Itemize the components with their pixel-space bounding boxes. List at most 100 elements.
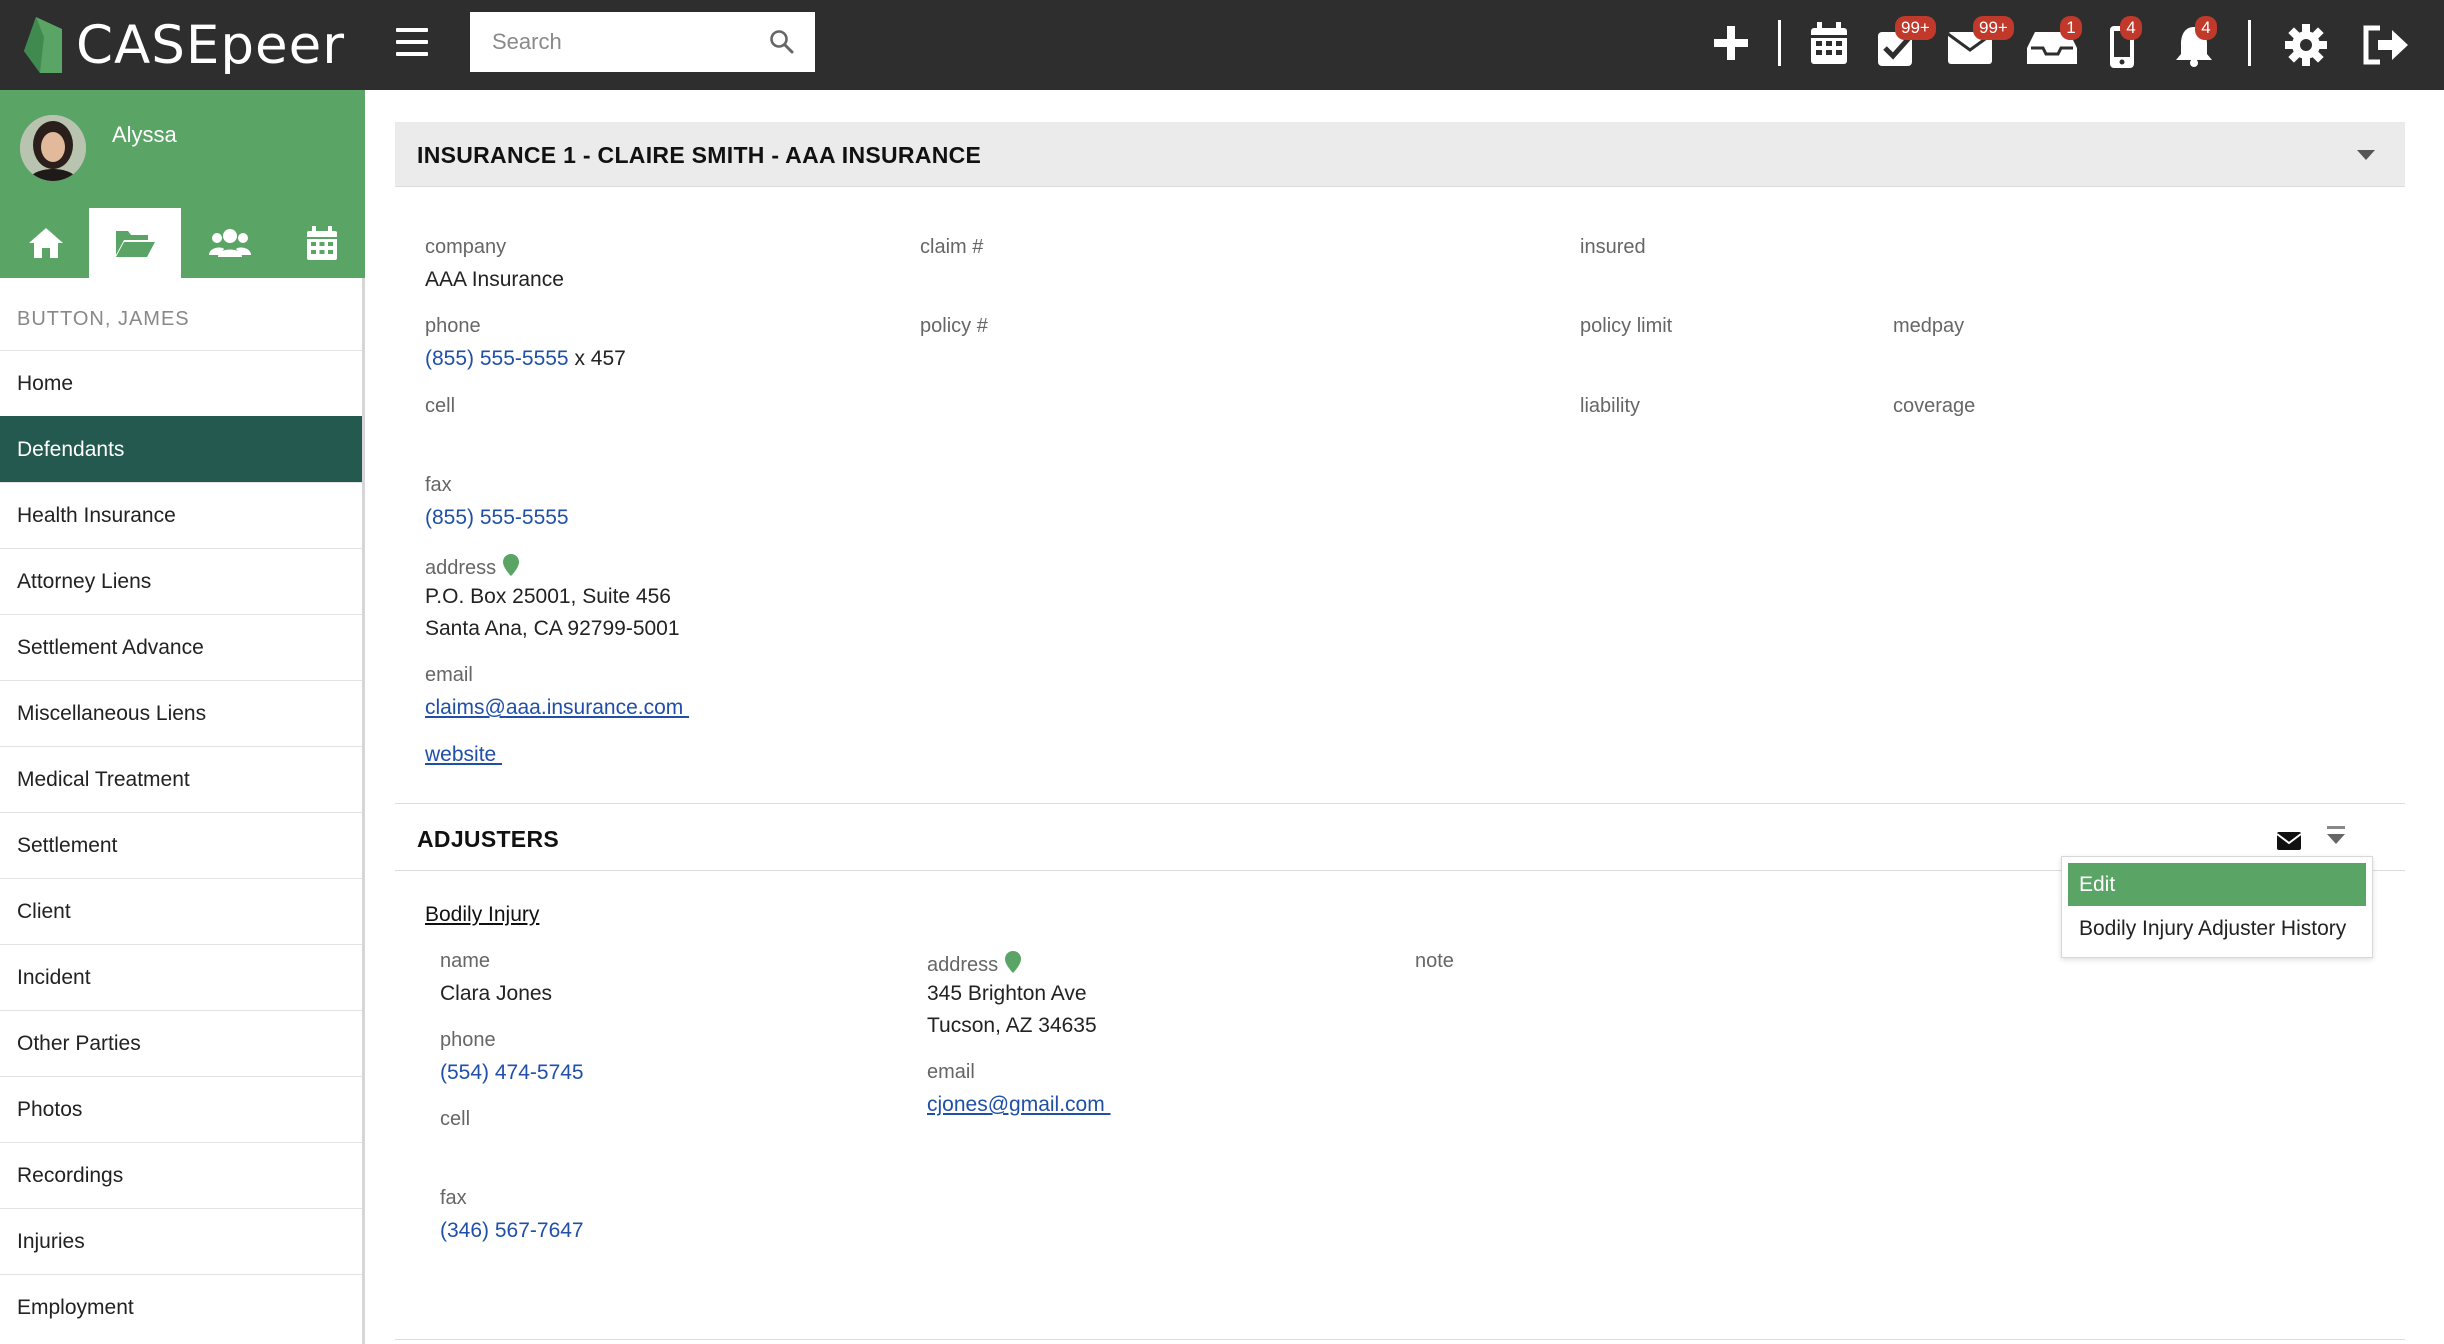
cases-tab[interactable] bbox=[89, 208, 181, 278]
email-label: email bbox=[425, 664, 473, 686]
insurance-panel-title: INSURANCE 1 - CLAIRE SMITH - AAA INSURAN… bbox=[417, 142, 982, 168]
map-pin-icon[interactable] bbox=[1004, 950, 1022, 974]
main-content: INSURANCE 1 - CLAIRE SMITH - AAA INSURAN… bbox=[365, 90, 2444, 1344]
adjuster-address-line1: 345 Brighton Ave bbox=[927, 982, 1087, 1005]
home-tab[interactable] bbox=[0, 208, 92, 278]
search-icon[interactable] bbox=[769, 29, 795, 55]
adjuster-note-label: note bbox=[1415, 950, 1454, 972]
gear-icon[interactable] bbox=[2283, 22, 2329, 68]
folder-open-icon bbox=[116, 231, 155, 257]
adjuster-name-label: name bbox=[440, 950, 491, 972]
plus-icon[interactable] bbox=[1712, 24, 1750, 62]
inbox-badge: 1 bbox=[2060, 16, 2082, 40]
adjuster-address-line2: Tucson, AZ 34635 bbox=[927, 1014, 1097, 1037]
adjuster-actions-menu: Edit Bodily Injury Adjuster History bbox=[2061, 856, 2373, 958]
company-value: AAA Insurance bbox=[425, 268, 564, 291]
user-name[interactable]: Alyssa bbox=[112, 122, 177, 148]
liability-label: liability bbox=[1580, 395, 1641, 417]
adjuster-address-label-row: address bbox=[927, 950, 1022, 977]
adjuster-email-link[interactable]: cjones@gmail.com bbox=[927, 1093, 1111, 1117]
menu-item-edit[interactable]: Edit bbox=[2068, 863, 2366, 906]
phone-link[interactable]: (855) 555-5555 bbox=[425, 347, 569, 370]
bodily-injury-link[interactable]: Bodily Injury bbox=[425, 903, 539, 927]
policy-label: policy # bbox=[920, 315, 988, 337]
adjuster-name-value: Clara Jones bbox=[440, 982, 553, 1005]
chevron-down-icon[interactable] bbox=[2327, 834, 2345, 844]
chevron-down-icon[interactable] bbox=[2357, 150, 2375, 160]
sidebar-item-injuries[interactable]: Injuries bbox=[0, 1208, 362, 1274]
address-label: address bbox=[425, 557, 497, 579]
casepeer-logo[interactable]: CASEpeer bbox=[22, 6, 345, 84]
sidebar-item-defendants[interactable]: Defendants bbox=[0, 416, 362, 482]
search-box bbox=[470, 12, 815, 72]
adjusters-title: ADJUSTERS bbox=[417, 826, 560, 852]
phone-extension: x 457 bbox=[568, 347, 626, 370]
sidebar-nav-list: Home Defendants Health Insurance Attorne… bbox=[0, 350, 362, 1340]
address-label-row: address bbox=[425, 553, 520, 580]
adjuster-fax-label: fax bbox=[440, 1187, 467, 1209]
sidebar-item-settlement-advance[interactable]: Settlement Advance bbox=[0, 614, 362, 680]
adjuster-email-label: email bbox=[927, 1061, 975, 1083]
cell-label: cell bbox=[425, 395, 456, 417]
phone-value: (855) 555-5555 x 457 bbox=[425, 347, 626, 371]
sidebar-item-employment[interactable]: Employment bbox=[0, 1274, 362, 1340]
fax-label: fax bbox=[425, 474, 452, 496]
hamburger-menu-icon[interactable] bbox=[396, 28, 428, 58]
sidebar-item-recordings[interactable]: Recordings bbox=[0, 1142, 362, 1208]
avatar[interactable] bbox=[20, 115, 86, 181]
calendar-icon[interactable] bbox=[1809, 20, 1849, 66]
section-divider bbox=[395, 1339, 2405, 1340]
adjuster-fax-link[interactable]: (346) 567-7647 bbox=[440, 1219, 584, 1243]
insurance-panel-header[interactable]: INSURANCE 1 - CLAIRE SMITH - AAA INSURAN… bbox=[395, 122, 2405, 187]
company-label: company bbox=[425, 236, 507, 258]
calendar-tab[interactable] bbox=[276, 208, 368, 278]
dropdown-toggle-bar bbox=[2327, 826, 2345, 829]
email-link[interactable]: claims@aaa.insurance.com bbox=[425, 696, 689, 720]
policy-limit-label: policy limit bbox=[1580, 315, 1673, 337]
map-pin-icon[interactable] bbox=[502, 553, 520, 577]
bell-badge: 4 bbox=[2195, 16, 2217, 40]
logout-icon[interactable] bbox=[2360, 24, 2412, 66]
sidebar-item-medical-treatment[interactable]: Medical Treatment bbox=[0, 746, 362, 812]
top-bar: CASEpeer 99+ 99+ bbox=[0, 0, 2444, 90]
search-input[interactable] bbox=[470, 16, 764, 68]
mail-icon[interactable] bbox=[2276, 831, 2302, 851]
adjuster-cell-label: cell bbox=[440, 1108, 471, 1130]
coverage-label: coverage bbox=[1893, 395, 1976, 417]
sidebar-item-other-parties[interactable]: Other Parties bbox=[0, 1010, 362, 1076]
fax-link[interactable]: (855) 555-5555 bbox=[425, 506, 569, 530]
website-link[interactable]: website bbox=[425, 743, 502, 767]
case-name: BUTTON, JAMES bbox=[17, 308, 190, 330]
phone-label: phone bbox=[425, 315, 481, 337]
sidebar-item-client[interactable]: Client bbox=[0, 878, 362, 944]
section-divider bbox=[395, 803, 2405, 804]
mail-badge: 99+ bbox=[1973, 16, 2014, 40]
nav-tabs bbox=[0, 208, 365, 278]
leaf-logo-icon bbox=[24, 17, 62, 73]
user-block: Alyssa bbox=[0, 90, 365, 208]
menu-item-adjuster-history[interactable]: Bodily Injury Adjuster History bbox=[2068, 907, 2366, 950]
claim-label: claim # bbox=[920, 236, 984, 258]
sidebar: Alyssa BUTTON, JAMES Home Defendants Hea… bbox=[0, 90, 365, 1344]
sidebar-item-miscellaneous-liens[interactable]: Miscellaneous Liens bbox=[0, 680, 362, 746]
adjuster-phone-link[interactable]: (554) 474-5745 bbox=[440, 1061, 584, 1085]
sidebar-item-attorney-liens[interactable]: Attorney Liens bbox=[0, 548, 362, 614]
sidebar-item-health-insurance[interactable]: Health Insurance bbox=[0, 482, 362, 548]
medpay-label: medpay bbox=[1893, 315, 1965, 337]
toolbar-separator bbox=[2248, 20, 2251, 66]
calendar-icon bbox=[307, 226, 337, 260]
tasks-badge: 99+ bbox=[1895, 16, 1936, 40]
toolbar-separator bbox=[1778, 20, 1781, 66]
adjuster-phone-label: phone bbox=[440, 1029, 496, 1051]
app-name: CASEpeer bbox=[76, 14, 346, 76]
insured-label: insured bbox=[1580, 236, 1646, 258]
adjuster-address-label: address bbox=[927, 954, 999, 976]
sidebar-item-settlement[interactable]: Settlement bbox=[0, 812, 362, 878]
sidebar-item-photos[interactable]: Photos bbox=[0, 1076, 362, 1142]
home-icon bbox=[29, 228, 63, 258]
contacts-tab[interactable] bbox=[184, 208, 276, 278]
users-icon bbox=[209, 229, 251, 257]
sidebar-item-home[interactable]: Home bbox=[0, 350, 362, 416]
address-line2: Santa Ana, CA 92799-5001 bbox=[425, 617, 680, 640]
sidebar-item-incident[interactable]: Incident bbox=[0, 944, 362, 1010]
